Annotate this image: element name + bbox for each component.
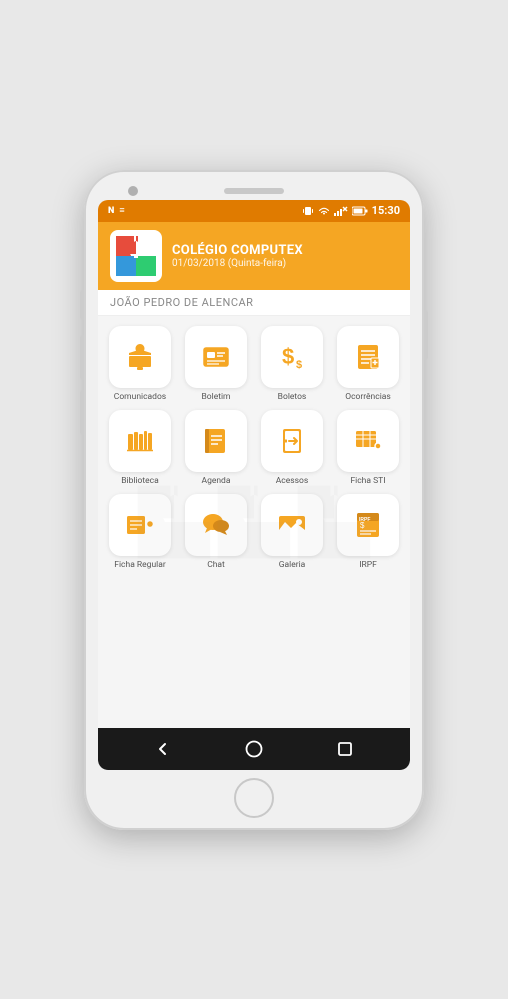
chat-icon-box <box>185 494 247 556</box>
n-icon: N <box>108 206 114 216</box>
menu-item-agenda[interactable]: Agenda <box>182 410 250 486</box>
boletim-label: Boletim <box>201 392 230 402</box>
menu-item-galeria[interactable]: Galeria <box>258 494 326 570</box>
status-bar: N ≡ <box>98 200 410 222</box>
home-indicator[interactable] <box>234 778 274 818</box>
ficha-sti-label: Ficha STI <box>350 476 385 486</box>
phone-screen: N ≡ <box>98 200 410 770</box>
volume-down-button <box>80 335 84 380</box>
menu-item-boletim[interactable]: Boletim <box>182 326 250 402</box>
boletim-icon-box <box>185 326 247 388</box>
menu-item-ficha-sti[interactable]: Ficha STI <box>334 410 402 486</box>
home-button[interactable] <box>240 735 268 763</box>
app-logo <box>110 230 162 282</box>
menu-item-biblioteca[interactable]: Biblioteca <box>106 410 174 486</box>
biblioteca-icon-box <box>109 410 171 472</box>
acessos-label: Acessos <box>276 476 309 486</box>
school-name: COLÉGIO COMPUTEX <box>172 243 398 258</box>
status-bar-right: 15:30 <box>302 204 400 217</box>
comunicados-label: Comunicados <box>114 392 166 402</box>
speaker <box>224 188 284 194</box>
menu-icon: ≡ <box>119 205 124 216</box>
menu-item-boletos[interactable]: $ $ Boletos <box>258 326 326 402</box>
ficha-sti-icon-box <box>337 410 399 472</box>
recent-apps-button[interactable] <box>331 735 359 763</box>
signal-icon <box>334 206 348 216</box>
front-camera <box>128 186 138 196</box>
volume-up-button <box>80 290 84 320</box>
app-date: 01/03/2018 (Quinta-feira) <box>172 258 398 269</box>
galeria-icon-box <box>261 494 323 556</box>
ocorrencias-label: Ocorrências <box>345 392 391 402</box>
boletos-icon-box: $ $ <box>261 326 323 388</box>
galeria-label: Galeria <box>279 560 306 570</box>
irpf-icon-box: IRPF $ <box>337 494 399 556</box>
app-header-info: COLÉGIO COMPUTEX 01/03/2018 (Quinta-feir… <box>172 243 398 269</box>
phone-nav <box>98 728 410 770</box>
menu-item-comunicados[interactable]: Comunicados <box>106 326 174 402</box>
biblioteca-label: Biblioteca <box>121 476 158 486</box>
menu-item-ficha-regular[interactable]: Ficha Regular <box>106 494 174 570</box>
back-button[interactable] <box>149 735 177 763</box>
user-name: JOÃO PEDRO DE ALENCAR <box>110 296 398 309</box>
wifi-icon <box>318 206 330 216</box>
acessos-icon-box <box>261 410 323 472</box>
status-time: 15:30 <box>372 204 400 217</box>
battery-icon <box>352 206 368 216</box>
svg-text:$: $ <box>296 359 302 371</box>
ficha-regular-icon-box <box>109 494 171 556</box>
silent-button <box>80 390 84 435</box>
vibrate-icon <box>302 205 314 217</box>
status-bar-left: N ≡ <box>108 205 125 216</box>
menu-item-chat[interactable]: Chat <box>182 494 250 570</box>
boletos-label: Boletos <box>278 392 307 402</box>
agenda-icon-box <box>185 410 247 472</box>
user-bar: JOÃO PEDRO DE ALENCAR <box>98 290 410 316</box>
menu-grid-wrapper: Comunicados <box>98 316 410 728</box>
ficha-regular-label: Ficha Regular <box>114 560 165 570</box>
comunicados-icon-box <box>109 326 171 388</box>
phone-frame: N ≡ <box>84 170 424 830</box>
chat-label: Chat <box>207 560 225 570</box>
svg-text:$: $ <box>360 521 365 530</box>
app-header: COLÉGIO COMPUTEX 01/03/2018 (Quinta-feir… <box>98 222 410 290</box>
menu-item-irpf[interactable]: IRPF $ IRPF <box>334 494 402 570</box>
agenda-label: Agenda <box>202 476 231 486</box>
ocorrencias-icon-box <box>337 326 399 388</box>
phone-top-bar <box>98 188 410 194</box>
menu-item-acessos[interactable]: Acessos <box>258 410 326 486</box>
svg-text:$: $ <box>282 344 294 369</box>
menu-item-ocorrencias[interactable]: Ocorrências <box>334 326 402 402</box>
menu-grid: Comunicados <box>98 316 410 581</box>
irpf-label: IRPF <box>359 560 377 570</box>
power-button <box>424 310 428 360</box>
